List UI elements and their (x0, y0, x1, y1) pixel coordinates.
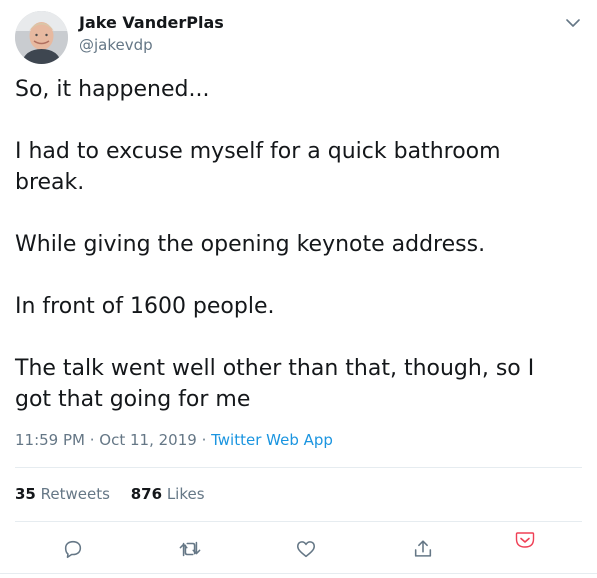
tweet-paragraph: While giving the opening keynote address… (15, 232, 486, 257)
save-pocket-icon (515, 532, 535, 548)
retweets-stat[interactable]: 35 Retweets (15, 485, 110, 503)
tweet-meta: 11:59 PM · Oct 11, 2019 · Twitter Web Ap… (15, 431, 333, 449)
avatar[interactable] (15, 11, 68, 64)
divider (15, 467, 582, 468)
meta-separator: · (196, 431, 212, 449)
tweet-time[interactable]: 11:59 PM (15, 431, 85, 449)
meta-separator: · (84, 431, 100, 449)
tweet-paragraph: So, it happened... (15, 77, 210, 102)
tweet-source-link[interactable]: Twitter Web App (211, 431, 333, 449)
tweet-actions (0, 532, 597, 564)
chevron-down-icon (566, 18, 580, 27)
share-icon (414, 540, 432, 557)
tweet-paragraph: In front of 1600 people. (15, 294, 275, 319)
like-button[interactable] (291, 534, 321, 564)
author-handle[interactable]: @jakevdp (79, 36, 153, 54)
likes-count: 876 (130, 485, 163, 503)
tweet-paragraph: The talk went well other than that, thou… (15, 356, 535, 412)
divider (15, 521, 582, 522)
tweet-card: Jake VanderPlas @jakevdp So, it happened… (0, 0, 597, 578)
reply-icon (64, 540, 82, 559)
tweet-text: So, it happened... I had to excuse mysel… (15, 74, 570, 415)
tweet-date[interactable]: Oct 11, 2019 (99, 431, 197, 449)
tweet-stats: 35 Retweets 876 Likes (15, 485, 221, 503)
more-options-caret[interactable] (562, 13, 584, 33)
reply-button[interactable] (58, 534, 88, 564)
bottom-border (0, 573, 597, 574)
retweet-button[interactable] (175, 534, 205, 564)
retweet-icon (179, 541, 201, 557)
like-icon (296, 541, 316, 558)
likes-label: Likes (166, 485, 205, 503)
tweet-paragraph: I had to excuse myself for a quick bathr… (15, 139, 501, 195)
author-display-name[interactable]: Jake VanderPlas (79, 13, 224, 32)
retweets-count: 35 (15, 485, 36, 503)
save-to-pocket-button[interactable] (510, 525, 540, 555)
retweets-label: Retweets (40, 485, 110, 503)
likes-stat[interactable]: 876 Likes (131, 485, 205, 503)
share-button[interactable] (408, 534, 438, 564)
avatar-image (15, 11, 68, 64)
